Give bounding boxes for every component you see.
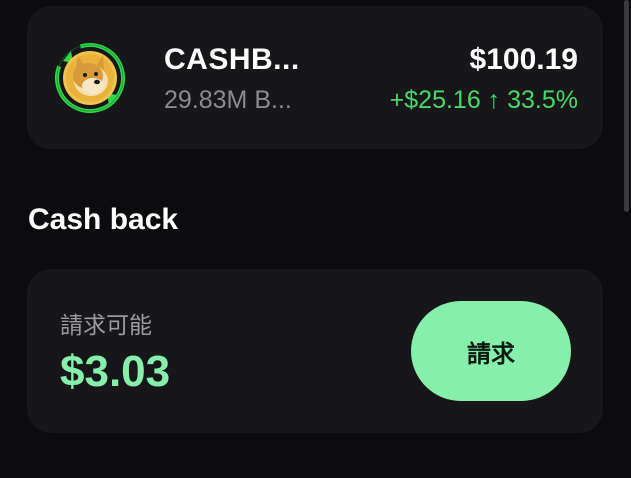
cashback-card: 請求可能 $3.03 請求 [27, 269, 603, 433]
claim-button-label: 請求 [467, 340, 515, 368]
section-title: Cash back [28, 203, 179, 236]
claimable-label: 請求可能 [60, 312, 152, 338]
page: CASHB... 29.83M B... $100.19 +$25.16 ↑ 3… [0, 0, 631, 478]
token-row[interactable]: CASHB... 29.83M B... $100.19 +$25.16 ↑ 3… [27, 6, 603, 149]
token-change: +$25.16 ↑ 33.5% [389, 86, 578, 114]
claimable-amount: $3.03 [60, 347, 171, 396]
scrollbar[interactable] [624, 0, 629, 212]
doge-cashback-icon [53, 41, 127, 115]
token-name: CASHB... [164, 43, 300, 76]
claim-button[interactable]: 請求 [411, 301, 571, 401]
token-holdings: 29.83M B... [164, 86, 292, 114]
token-price: $100.19 [469, 43, 578, 76]
